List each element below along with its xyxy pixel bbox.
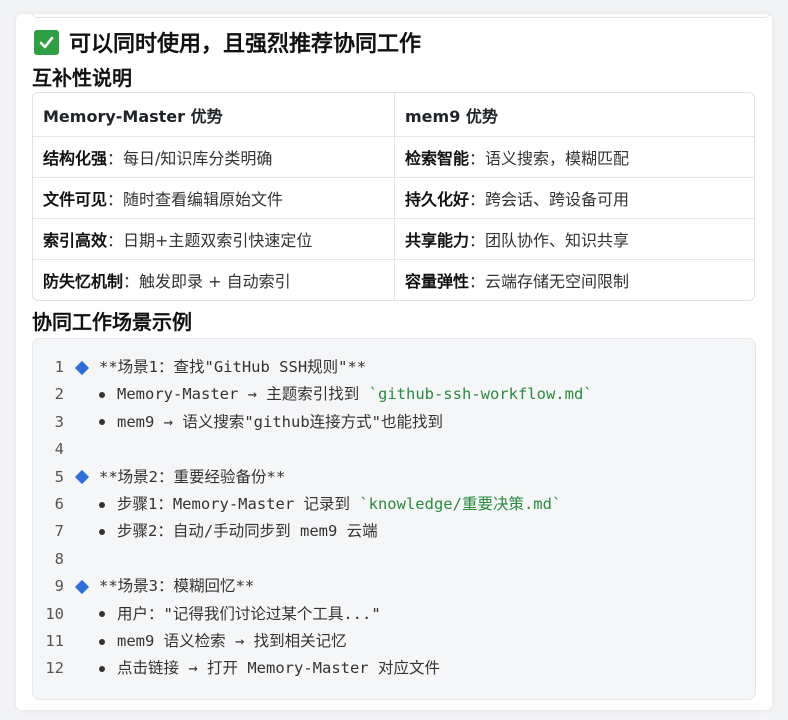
table-row: 文件可见：随时查看编辑原始文件 持久化好：跨会话、跨设备可用 bbox=[33, 178, 754, 219]
code-line: 4 bbox=[33, 436, 76, 463]
table-cell: 持久化好：跨会话、跨设备可用 bbox=[395, 178, 754, 219]
section-heading: 可以同时使用，且强烈推荐协同工作 bbox=[34, 26, 421, 58]
line-number: 7 bbox=[54, 522, 64, 541]
bullet-dot bbox=[99, 638, 105, 645]
code-text: 步骤1：Memory-Master 记录到 bbox=[117, 495, 360, 513]
code-text: mem9 语义检索 → 找到相关记忆 bbox=[117, 632, 347, 650]
code-text: 点击链接 → 打开 Memory-Master 对应文件 bbox=[117, 659, 440, 678]
code-text: **场景1：查找"GitHub SSH规则"** bbox=[99, 358, 367, 376]
table-cell: 容量弹性：云端存储无空间限制 bbox=[395, 260, 754, 300]
line-number: 12 bbox=[45, 659, 64, 678]
small-blue-diamond-icon bbox=[74, 579, 90, 594]
code-text: **场景3：模糊回忆** bbox=[99, 577, 255, 596]
line-number: 4 bbox=[54, 440, 64, 459]
comparison-table: Memory-Master 优势 mem9 优势 结构化强：每日/知识库分类明确… bbox=[32, 92, 755, 301]
table-row: 索引高效：日期+主题双索引快速定位 共享能力：团队协作、知识共享 bbox=[33, 219, 754, 260]
bullet-dot bbox=[99, 528, 105, 535]
bullet-dot bbox=[99, 391, 105, 398]
code-block: 1 **场景1：查找"GitHub SSH规则"** 2 Memory-Master … bbox=[32, 338, 756, 700]
small-blue-diamond-icon bbox=[74, 470, 90, 485]
table-header-row: Memory-Master 优势 mem9 优势 bbox=[33, 93, 754, 137]
feature-description: ：团队协作、知识共享 bbox=[469, 231, 630, 250]
feature-term: 索引高效 bbox=[43, 231, 108, 250]
code-text: 用户："记得我们讨论过某个工具..." bbox=[117, 604, 381, 623]
feature-term: 防失忆机制 bbox=[43, 272, 124, 291]
feature-term: 检索智能 bbox=[405, 149, 470, 168]
code-line: 12 点击链接 → 打开 Memory-Master 对应文件 bbox=[33, 655, 440, 682]
code-line: 11 mem9 语义检索 → 找到相关记忆 bbox=[33, 628, 347, 655]
code-line: 8 bbox=[33, 546, 76, 573]
line-number: 3 bbox=[54, 412, 64, 431]
table-cell: 防失忆机制：触发即录 + 自动索引 bbox=[33, 260, 395, 300]
code-line: 7 步骤2：自动/手动同步到 mem9 云端 bbox=[33, 518, 378, 545]
bullet-dot bbox=[99, 419, 105, 426]
message-card: 可以同时使用，且强烈推荐协同工作 互补性说明 Memory-Master 优势 … bbox=[16, 14, 772, 710]
table-cell: 文件可见：随时查看编辑原始文件 bbox=[33, 178, 395, 219]
code-text: 步骤2：自动/手动同步到 mem9 云端 bbox=[117, 522, 378, 541]
feature-description: ：云端存储无空间限制 bbox=[469, 272, 630, 291]
bullet-dot bbox=[99, 611, 105, 618]
table-row: 防失忆机制：触发即录 + 自动索引 容量弹性：云端存储无空间限制 bbox=[33, 260, 754, 300]
line-number: 11 bbox=[45, 632, 64, 650]
table-header: mem9 优势 bbox=[395, 93, 754, 137]
code-line: 5 **场景2：重要经验备份** bbox=[33, 464, 286, 491]
bullet-dot bbox=[99, 501, 105, 508]
feature-description: ：每日/知识库分类明确 bbox=[107, 149, 273, 168]
feature-description: ：语义搜索，模糊匹配 bbox=[469, 149, 630, 168]
code-line: 9 **场景3：模糊回忆** bbox=[33, 573, 255, 600]
table-cell: 索引高效：日期+主题双索引快速定位 bbox=[33, 219, 395, 260]
feature-term: 共享能力 bbox=[405, 231, 470, 250]
code-line: 2 Memory-Master → 主题索引找到 `github-ssh-work… bbox=[33, 381, 593, 408]
inline-code: `knowledge/重要决策.md` bbox=[359, 495, 562, 513]
code-line: 1 **场景1：查找"GitHub SSH规则"** bbox=[33, 354, 367, 381]
code-text: mem9 → 语义搜索"github连接方式"也能找到 bbox=[117, 412, 443, 431]
complement-title: 互补性说明 bbox=[32, 66, 132, 90]
previous-block-edge bbox=[32, 14, 770, 18]
line-number: 8 bbox=[54, 549, 64, 568]
code-text: Memory-Master → 主题索引找到 bbox=[117, 385, 369, 404]
line-number: 9 bbox=[54, 577, 64, 596]
inline-code: `github-ssh-workflow.md` bbox=[368, 385, 593, 404]
feature-description: ：日期+主题双索引快速定位 bbox=[107, 231, 313, 250]
table-row: 结构化强：每日/知识库分类明确 检索智能：语义搜索，模糊匹配 bbox=[33, 137, 754, 178]
feature-term: 结构化强 bbox=[43, 149, 108, 168]
feature-term: 容量弹性 bbox=[405, 272, 470, 291]
small-blue-diamond-icon bbox=[74, 360, 90, 375]
code-line: 10 用户："记得我们讨论过某个工具..." bbox=[33, 601, 381, 628]
code-line: 6 步骤1：Memory-Master 记录到 `knowledge/重要决策.m… bbox=[33, 491, 562, 518]
feature-description: ：随时查看编辑原始文件 bbox=[107, 190, 284, 209]
table-cell: 共享能力：团队协作、知识共享 bbox=[395, 219, 754, 260]
line-number: 5 bbox=[54, 467, 64, 486]
bullet-dot bbox=[99, 665, 105, 672]
feature-description: ：触发即录 + 自动索引 bbox=[123, 272, 291, 291]
feature-description: ：跨会话、跨设备可用 bbox=[469, 190, 630, 209]
line-number: 10 bbox=[45, 604, 64, 623]
code-line: 3 mem9 → 语义搜索"github连接方式"也能找到 bbox=[33, 409, 443, 436]
scenarios-title: 协同工作场景示例 bbox=[32, 310, 192, 334]
line-number: 1 bbox=[54, 358, 64, 376]
table-cell: 结构化强：每日/知识库分类明确 bbox=[33, 137, 395, 178]
heading-text: 可以同时使用，且强烈推荐协同工作 bbox=[69, 32, 422, 57]
table-header: Memory-Master 优势 bbox=[33, 93, 395, 137]
feature-term: 持久化好 bbox=[405, 190, 470, 209]
white-check-mark-icon bbox=[34, 29, 59, 55]
feature-term: 文件可见 bbox=[43, 190, 108, 209]
code-text: **场景2：重要经验备份** bbox=[99, 467, 286, 486]
table-cell: 检索智能：语义搜索，模糊匹配 bbox=[395, 137, 754, 178]
line-number: 6 bbox=[54, 495, 64, 513]
line-number: 2 bbox=[54, 385, 64, 404]
